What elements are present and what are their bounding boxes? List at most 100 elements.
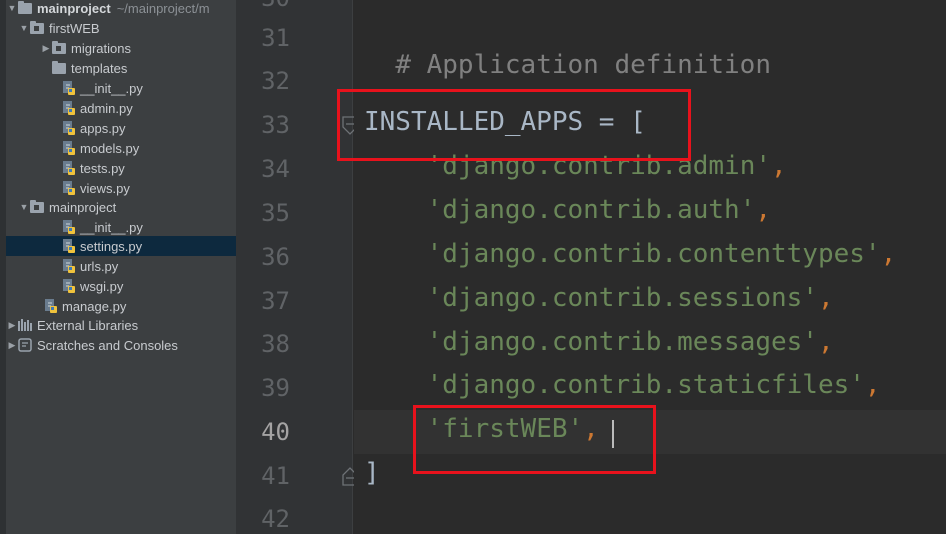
code-line-35[interactable]: 'django.contrib.auth', xyxy=(364,195,771,225)
tree-node-label: templates xyxy=(71,60,128,76)
comma-token: , xyxy=(864,370,881,400)
tree-node-templates[interactable]: templates xyxy=(6,58,236,78)
code-line-41[interactable]: ] xyxy=(364,458,380,488)
python-file-icon xyxy=(63,81,75,95)
tree-node-file[interactable]: apps.py xyxy=(6,118,236,138)
python-file-icon xyxy=(63,220,75,234)
chevron-down-icon[interactable]: ▼ xyxy=(6,3,18,13)
line-number: 37 xyxy=(261,287,290,315)
comma-token: , xyxy=(817,327,834,357)
tree-node-file[interactable]: admin.py xyxy=(6,98,236,118)
python-file-icon xyxy=(63,101,75,115)
code-line-36[interactable]: 'django.contrib.contenttypes', xyxy=(364,239,897,269)
tree-node-file[interactable]: models.py xyxy=(6,138,236,158)
tree-node-file[interactable]: wsgi.py xyxy=(6,276,236,296)
tree-node-label: mainproject xyxy=(37,0,111,16)
tree-node-path: ~/mainproject/m xyxy=(116,0,210,16)
tree-node-file[interactable]: __init__.py xyxy=(6,78,236,98)
tree-node-label: External Libraries xyxy=(37,317,139,333)
python-file-icon xyxy=(63,239,75,253)
python-file-icon xyxy=(63,161,75,175)
tree-node-label: views.py xyxy=(80,180,130,196)
tree-node-label: apps.py xyxy=(80,120,126,136)
tree-node-label: migrations xyxy=(71,40,131,56)
folder-icon xyxy=(18,0,32,14)
tree-node-label: firstWEB xyxy=(49,20,100,36)
tree-node-mainproject-package[interactable]: ▼ mainproject xyxy=(6,197,236,217)
tree-node-file[interactable]: urls.py xyxy=(6,256,236,276)
tree-node-label: wsgi.py xyxy=(80,278,124,294)
bracket-token: ] xyxy=(364,458,380,488)
comma-token: , xyxy=(755,195,772,225)
python-file-icon xyxy=(45,299,57,313)
tree-node-label: admin.py xyxy=(80,100,133,116)
library-icon xyxy=(18,319,32,331)
comma-token: , xyxy=(817,283,834,313)
python-file-icon xyxy=(63,141,75,155)
tree-node-file[interactable]: __init__.py xyxy=(6,217,236,237)
tree-node-migrations[interactable]: ▶ migrations xyxy=(6,38,236,58)
chevron-right-icon[interactable]: ▶ xyxy=(6,320,18,331)
tree-node-label: models.py xyxy=(80,140,140,156)
line-number: 41 xyxy=(261,462,290,490)
tree-node-label: urls.py xyxy=(80,258,119,274)
line-number: 33 xyxy=(261,111,290,139)
string-token: 'django.contrib.messages' xyxy=(426,327,818,357)
folder-icon xyxy=(52,40,66,54)
line-number: 35 xyxy=(261,199,290,227)
comment-token: # Application definition xyxy=(395,50,771,80)
project-tree-panel: ▼ mainproject ~/mainproject/m ▼ firstWEB… xyxy=(0,0,236,534)
python-file-icon xyxy=(63,279,75,293)
python-file-icon xyxy=(63,121,75,135)
string-token: 'django.contrib.contenttypes' xyxy=(426,239,881,269)
tree-node-firstweb[interactable]: ▼ firstWEB xyxy=(6,18,236,38)
line-number-current: 40 xyxy=(261,418,290,446)
comma-token: , xyxy=(771,151,787,181)
line-number: 32 xyxy=(261,67,290,95)
line-number: 31 xyxy=(261,24,290,52)
annotation-box-installed-apps xyxy=(337,89,691,161)
folder-icon xyxy=(30,20,44,34)
tree-node-label: __init__.py xyxy=(80,80,143,96)
code-line-37[interactable]: 'django.contrib.sessions', xyxy=(364,283,834,313)
comma-token: , xyxy=(880,239,897,269)
line-number: 34 xyxy=(261,155,290,183)
chevron-right-icon[interactable]: ▶ xyxy=(6,340,18,351)
tree-node-file[interactable]: manage.py xyxy=(6,296,236,316)
tree-node-label: __init__.py xyxy=(80,219,143,235)
chevron-right-icon[interactable]: ▶ xyxy=(40,43,52,54)
string-token: 'django.contrib.staticfiles' xyxy=(426,370,865,400)
line-number: 30 xyxy=(236,0,290,12)
code-line-38[interactable]: 'django.contrib.messages', xyxy=(364,327,834,357)
tree-node-external-libraries[interactable]: ▶ External Libraries xyxy=(6,315,236,335)
tree-node-label: manage.py xyxy=(62,298,127,314)
line-number: 39 xyxy=(261,374,290,402)
python-file-icon xyxy=(63,259,75,273)
code-line-39[interactable]: 'django.contrib.staticfiles', xyxy=(364,370,881,400)
string-token: 'django.contrib.auth' xyxy=(426,195,756,225)
chevron-down-icon[interactable]: ▼ xyxy=(18,202,30,212)
line-number: 38 xyxy=(261,330,290,358)
line-number: 42 xyxy=(261,505,290,533)
folder-icon xyxy=(30,199,44,213)
tree-node-mainproject-root[interactable]: ▼ mainproject ~/mainproject/m xyxy=(6,0,236,18)
tree-node-file[interactable]: tests.py xyxy=(6,158,236,178)
tree-node-label: tests.py xyxy=(80,160,125,176)
annotation-box-firstweb xyxy=(413,405,656,474)
tree-node-label: settings.py xyxy=(80,238,143,254)
tree-node-file[interactable]: views.py xyxy=(6,178,236,198)
line-number: 36 xyxy=(261,243,290,271)
tree-node-label: Scratches and Consoles xyxy=(37,337,178,353)
chevron-down-icon[interactable]: ▼ xyxy=(18,23,30,33)
code-line-31[interactable]: # Application definition xyxy=(364,20,771,80)
string-token: 'django.contrib.sessions' xyxy=(426,283,818,313)
tree-node-label: mainproject xyxy=(49,199,117,215)
tree-node-file-selected[interactable]: settings.py xyxy=(6,236,236,256)
tree-node-scratches[interactable]: ▶ Scratches and Consoles xyxy=(6,335,236,355)
scratches-icon xyxy=(18,338,32,352)
